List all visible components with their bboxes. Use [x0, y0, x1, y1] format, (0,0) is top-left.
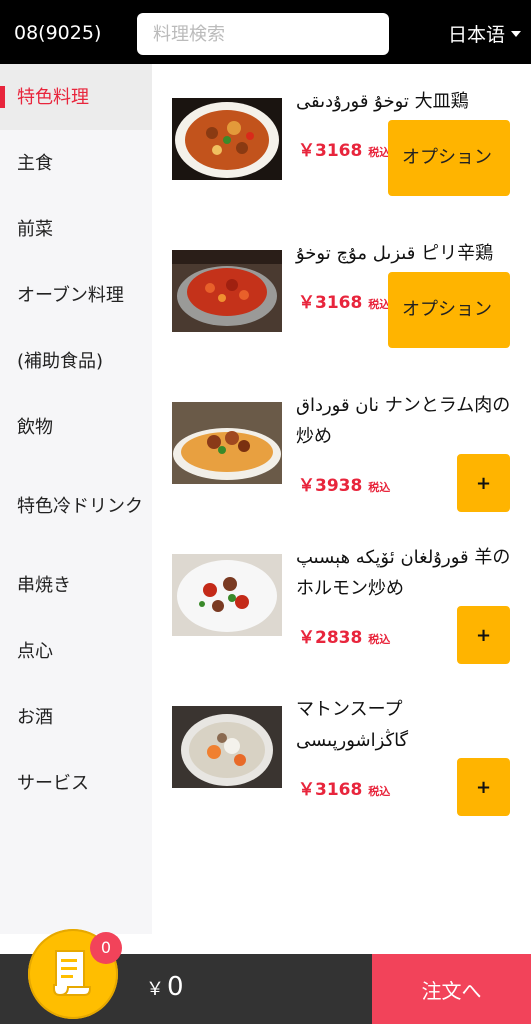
tax-label: 税込: [368, 633, 391, 646]
category-oven-dishes[interactable]: オーブン料理: [0, 262, 152, 328]
currency-symbol: ￥: [298, 780, 315, 800]
category-drinks[interactable]: 飲物: [0, 394, 152, 460]
category-staple-food[interactable]: 主食: [0, 130, 152, 196]
add-button[interactable]: +: [457, 758, 510, 816]
price-value: 3168: [315, 141, 363, 161]
category-label: お酒: [17, 706, 53, 728]
category-side-dishes[interactable]: (補助食品): [0, 328, 152, 394]
cart-count-badge: 0: [90, 932, 122, 964]
dish-price: ￥3168 税込: [298, 288, 390, 313]
language-label: 日本语: [447, 24, 505, 46]
dish-price: ￥3938 税込: [298, 471, 390, 496]
currency-symbol: ￥: [146, 979, 164, 1000]
total-value: 0: [167, 972, 184, 1002]
options-button[interactable]: オプション: [388, 272, 510, 348]
menu-item: توخۇ قورۇدىقى 大皿鶏 ￥3168 税込 オプション: [152, 64, 531, 216]
category-label: 特色冷ドリンク: [17, 495, 143, 517]
category-label: 特色料理: [17, 86, 89, 108]
tax-label: 税込: [368, 785, 391, 798]
dish-photo: [172, 98, 282, 180]
search-box[interactable]: [137, 13, 389, 55]
dish-name: نان قورداق ナンとラム肉の炒め: [296, 395, 511, 447]
dish-photo: [172, 554, 282, 636]
caret-down-icon: [511, 30, 521, 37]
price-value: 2838: [315, 628, 363, 648]
dish-photo: [172, 402, 282, 484]
top-bar: 08(9025) 日本语: [0, 0, 531, 64]
dish-name: توخۇ قورۇدىقى 大皿鶏: [296, 91, 469, 112]
menu-item: قىزىل مۇچ توخۇ ピリ辛鶏 ￥3168 税込 オプション: [152, 216, 531, 368]
price-value: 3938: [315, 476, 363, 496]
category-label: (補助食品): [17, 350, 104, 372]
category-label: 前菜: [17, 218, 53, 240]
menu-item: قورۇلغان ئۆپكە ھېسىپ 羊のホルモン炒め ￥2838 税込 +: [152, 520, 531, 672]
tax-label: 税込: [368, 481, 391, 494]
category-service[interactable]: サービス: [0, 750, 152, 816]
tax-label: 税込: [368, 146, 391, 159]
tax-label: 税込: [368, 298, 391, 311]
dish-name: قىزىل مۇچ توخۇ ピリ辛鶏: [296, 243, 494, 264]
dish-price: ￥3168 税込: [298, 775, 390, 800]
category-label: サービス: [17, 772, 89, 794]
dish-name: قورۇلغان ئۆپكە ھېسىپ 羊のホルモン炒め: [296, 547, 511, 599]
menu-item: نان قورداق ナンとラム肉の炒め ￥3938 税込 +: [152, 368, 531, 520]
menu-list: توخۇ قورۇدىقى 大皿鶏 ￥3168 税込 オプション قىزىل م…: [152, 64, 531, 934]
cart-total: ￥ 0: [146, 972, 184, 1002]
category-skewers[interactable]: 串焼き: [0, 552, 152, 618]
currency-symbol: ￥: [298, 293, 315, 313]
order-button[interactable]: 注文へ: [372, 954, 531, 1024]
table-number: 08(9025): [14, 22, 102, 44]
dish-price: ￥2838 税込: [298, 623, 390, 648]
add-button[interactable]: +: [457, 454, 510, 512]
language-selector[interactable]: 日本语: [448, 20, 521, 47]
category-label: 飲物: [17, 416, 53, 438]
category-label: 串焼き: [17, 574, 71, 596]
category-appetizers[interactable]: 前菜: [0, 196, 152, 262]
menu-item: マトンスープ گاڭزاشورپىسى ￥3168 税込 +: [152, 672, 531, 824]
category-signature-dishes[interactable]: 特色料理: [0, 64, 152, 130]
currency-symbol: ￥: [298, 628, 315, 648]
category-alcohol[interactable]: お酒: [0, 684, 152, 750]
receipt-icon: [53, 950, 91, 996]
category-label: オーブン料理: [17, 284, 124, 306]
currency-symbol: ￥: [298, 476, 315, 496]
search-input[interactable]: [137, 13, 389, 55]
dish-photo: [172, 706, 282, 788]
app: 08(9025) 日本语 特色料理 主食 前菜 オーブン料理 (補助食品) 飲物…: [0, 0, 531, 1024]
category-label: 主食: [17, 152, 53, 174]
price-value: 3168: [315, 293, 363, 313]
add-button[interactable]: +: [457, 606, 510, 664]
category-dim-sum[interactable]: 点心: [0, 618, 152, 684]
dish-price: ￥3168 税込: [298, 136, 390, 161]
options-button[interactable]: オプション: [388, 120, 510, 196]
category-sidebar: 特色料理 主食 前菜 オーブン料理 (補助食品) 飲物 特色冷ドリンク 串焼き …: [0, 64, 152, 934]
currency-symbol: ￥: [298, 141, 315, 161]
category-cold-drinks[interactable]: 特色冷ドリンク: [0, 460, 152, 552]
category-label: 点心: [17, 640, 53, 662]
dish-photo: [172, 250, 282, 332]
price-value: 3168: [315, 780, 363, 800]
dish-name: マトンスープ گاڭزاشورپىسى: [296, 699, 409, 751]
